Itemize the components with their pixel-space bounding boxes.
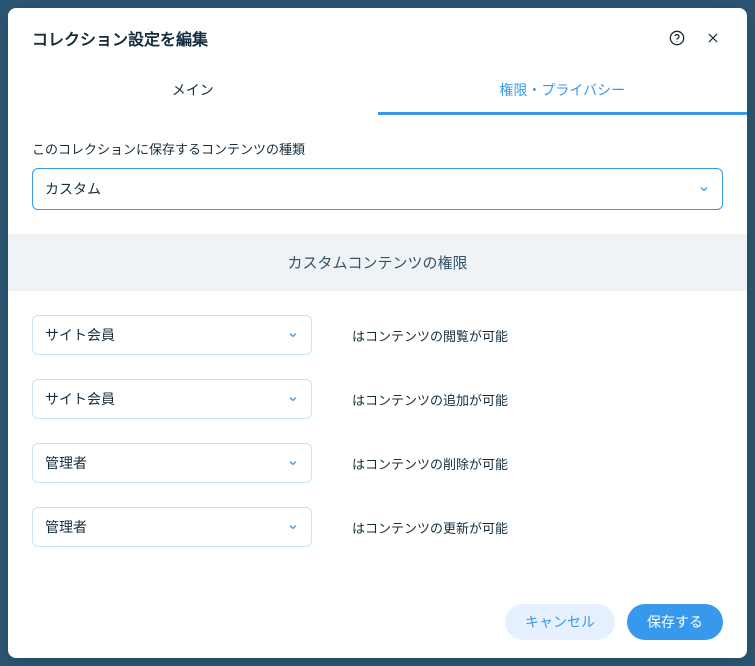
permission-row-view: サイト会員 はコンテンツの閲覧が可能 bbox=[8, 291, 747, 355]
permission-row-update: 管理者 はコンテンツの更新が可能 bbox=[8, 483, 747, 547]
chevron-down-icon bbox=[287, 393, 299, 405]
permission-role-value: サイト会員 bbox=[45, 389, 115, 409]
permission-delete-desc: はコンテンツの削除が可能 bbox=[352, 454, 508, 473]
permission-add-select[interactable]: サイト会員 bbox=[32, 379, 312, 419]
chevron-down-icon bbox=[287, 457, 299, 469]
chevron-down-icon bbox=[698, 183, 710, 195]
edit-collection-settings-modal: コレクション設定を編集 メイン 権限・プライバシー このコレクションに保存す bbox=[8, 8, 747, 658]
permission-update-desc: はコンテンツの更新が可能 bbox=[352, 518, 508, 537]
permission-view-desc: はコンテンツの閲覧が可能 bbox=[352, 326, 508, 345]
content-type-section: このコレクションに保存するコンテンツの種類 カスタム bbox=[8, 115, 747, 210]
permission-view-select[interactable]: サイト会員 bbox=[32, 315, 312, 355]
content-type-value: カスタム bbox=[45, 179, 101, 199]
save-button[interactable]: 保存する bbox=[627, 604, 723, 640]
permissions-banner: カスタムコンテンツの権限 bbox=[8, 234, 747, 291]
content-type-label: このコレクションに保存するコンテンツの種類 bbox=[32, 139, 723, 158]
header-actions bbox=[667, 28, 723, 48]
chevron-down-icon bbox=[287, 521, 299, 533]
modal-title: コレクション設定を編集 bbox=[32, 26, 667, 50]
help-icon[interactable] bbox=[667, 28, 687, 48]
permission-row-add: サイト会員 はコンテンツの追加が可能 bbox=[8, 355, 747, 419]
chevron-down-icon bbox=[287, 329, 299, 341]
permission-delete-select[interactable]: 管理者 bbox=[32, 443, 312, 483]
close-icon[interactable] bbox=[703, 28, 723, 48]
permission-role-value: サイト会員 bbox=[45, 325, 115, 345]
permission-role-value: 管理者 bbox=[45, 517, 87, 537]
permission-add-desc: はコンテンツの追加が可能 bbox=[352, 390, 508, 409]
tab-privacy[interactable]: 権限・プライバシー bbox=[378, 68, 748, 115]
content-type-select[interactable]: カスタム bbox=[32, 168, 723, 210]
permission-update-select[interactable]: 管理者 bbox=[32, 507, 312, 547]
permission-row-delete: 管理者 はコンテンツの削除が可能 bbox=[8, 419, 747, 483]
modal-footer: キャンセル 保存する bbox=[8, 586, 747, 658]
tab-main[interactable]: メイン bbox=[8, 68, 378, 115]
tabs: メイン 権限・プライバシー bbox=[8, 68, 747, 115]
permission-role-value: 管理者 bbox=[45, 453, 87, 473]
modal-content: このコレクションに保存するコンテンツの種類 カスタム カスタムコンテンツの権限 … bbox=[8, 115, 747, 586]
cancel-button[interactable]: キャンセル bbox=[505, 604, 615, 640]
modal-header: コレクション設定を編集 bbox=[8, 8, 747, 50]
